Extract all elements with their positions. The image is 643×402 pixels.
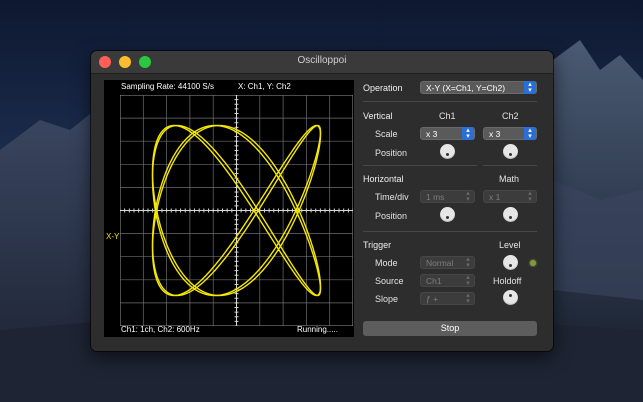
operation-label: Operation <box>363 83 403 93</box>
trace-label: X-Y <box>106 232 120 241</box>
operation-value: X-Y (X=Ch1, Y=Ch2) <box>426 83 506 93</box>
scope-grid <box>120 95 353 326</box>
trigger-slope-select[interactable]: ƒ + ▴ ▾ <box>420 292 475 305</box>
ch2-scale-select[interactable]: x 3 ▴ ▾ <box>483 127 537 140</box>
horizontal-position-knob[interactable] <box>440 207 455 222</box>
math-value: x 1 <box>489 192 501 202</box>
title-bar[interactable]: Oscilloppoi <box>91 51 553 74</box>
ch1-position-knob[interactable] <box>440 144 455 159</box>
math-header: Math <box>499 174 520 184</box>
ch2-position-knob[interactable] <box>503 144 518 159</box>
divider <box>363 165 477 166</box>
trigger-mode-select[interactable]: Normal ▴ ▾ <box>420 256 475 269</box>
channel-info-label: Ch1: 1ch, Ch2: 600Hz <box>121 325 200 334</box>
timediv-value: 1 ms <box>426 192 445 202</box>
trigger-slope-value: ƒ + <box>426 294 439 304</box>
trigger-source-select[interactable]: Ch1 ▴ ▾ <box>420 274 475 287</box>
chevron-updown-icon: ▴ ▾ <box>466 256 470 269</box>
oscilloscope-display: Sampling Rate: 44100 S/s X: Ch1, Y: Ch2 … <box>104 80 354 337</box>
level-label: Level <box>499 240 521 250</box>
trigger-led-indicator <box>530 260 536 266</box>
scale-label: Scale <box>375 129 398 139</box>
window-title: Oscilloppoi <box>297 55 347 66</box>
ch1-header: Ch1 <box>439 111 456 121</box>
timediv-label: Time/div <box>375 192 409 202</box>
operation-select[interactable]: X-Y (X=Ch1, Y=Ch2) ▴ ▾ <box>420 81 537 94</box>
chevron-updown-icon: ▴ ▾ <box>524 81 536 94</box>
stop-button[interactable]: Stop <box>363 321 537 336</box>
ch2-header: Ch2 <box>502 111 519 121</box>
ch1-scale-select[interactable]: x 3 ▴ ▾ <box>420 127 475 140</box>
divider <box>363 231 537 232</box>
chevron-updown-icon: ▴ ▾ <box>466 292 470 305</box>
divider <box>363 101 537 102</box>
status-label: Running..... <box>297 325 338 334</box>
horizontal-section-title: Horizontal <box>363 174 404 184</box>
trigger-source-label: Source <box>375 276 404 286</box>
math-knob[interactable] <box>503 207 518 222</box>
trigger-level-knob[interactable] <box>503 255 518 270</box>
trigger-section-title: Trigger <box>363 240 392 250</box>
xy-mode-label: X: Ch1, Y: Ch2 <box>238 82 291 91</box>
math-select[interactable]: x 1 ▴ ▾ <box>483 190 537 203</box>
chevron-updown-icon: ▴ ▾ <box>528 190 532 203</box>
trigger-mode-value: Normal <box>426 258 454 268</box>
vertical-position-label: Position <box>375 148 408 158</box>
app-window: Oscilloppoi Sampling Rate: 44100 S/s X: … <box>91 51 553 351</box>
trigger-slope-label: Slope <box>375 294 399 304</box>
holdoff-label: Holdoff <box>493 276 522 286</box>
trigger-source-value: Ch1 <box>426 276 442 286</box>
chevron-updown-icon: ▴ ▾ <box>466 274 470 287</box>
horizontal-position-label: Position <box>375 211 408 221</box>
timediv-select[interactable]: 1 ms ▴ ▾ <box>420 190 475 203</box>
trigger-mode-label: Mode <box>375 258 398 268</box>
chevron-updown-icon: ▴ ▾ <box>466 190 470 203</box>
divider <box>483 165 537 166</box>
ch1-scale-value: x 3 <box>426 129 438 139</box>
holdoff-knob[interactable] <box>503 290 518 305</box>
chevron-updown-icon: ▴ ▾ <box>524 127 536 140</box>
ch2-scale-value: x 3 <box>489 129 501 139</box>
chevron-updown-icon: ▴ ▾ <box>462 127 474 140</box>
sampling-rate-label: Sampling Rate: 44100 S/s <box>121 82 214 91</box>
vertical-section-title: Vertical <box>363 111 393 121</box>
